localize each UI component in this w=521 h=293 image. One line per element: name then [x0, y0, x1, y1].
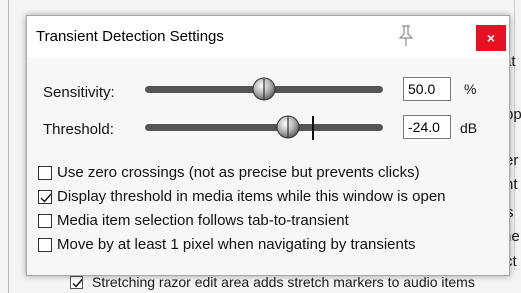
checkbox[interactable] [38, 214, 52, 228]
threshold-slider-thumb[interactable] [276, 115, 300, 139]
threshold-value-input[interactable]: -24.0 [403, 115, 451, 139]
transient-detection-dialog: Transient Detection Settings × Sensitivi… [26, 15, 510, 276]
option-label: Use zero crossings (not as precise but p… [57, 164, 420, 181]
checkbox[interactable] [38, 166, 52, 180]
checkbox[interactable] [38, 238, 52, 252]
stretch-markers-checkbox[interactable] [70, 276, 83, 289]
threshold-label: Threshold: [43, 121, 114, 138]
stretch-markers-label: Stretching razor edit area adds stretch … [92, 274, 475, 290]
sensitivity-label: Sensitivity: [43, 84, 115, 101]
threshold-unit: dB [460, 120, 478, 136]
threshold-marker [312, 116, 314, 140]
sensitivity-slider-thumb[interactable] [252, 77, 276, 101]
option-label: Media item selection follows tab-to-tran… [57, 212, 349, 229]
dialog-title: Transient Detection Settings [36, 28, 224, 45]
sensitivity-value-input[interactable]: 50.0 [403, 77, 451, 101]
threshold-slider-track[interactable] [145, 124, 383, 131]
checkmark-icon [72, 279, 83, 288]
checkbox[interactable] [38, 190, 52, 204]
checkmark-icon [40, 193, 52, 203]
close-button[interactable]: × [476, 25, 506, 51]
panel-border [8, 0, 9, 293]
sensitivity-unit: % [464, 81, 477, 97]
option-label: Display threshold in media items while t… [57, 188, 446, 205]
title-bar[interactable]: Transient Detection Settings × [27, 16, 509, 58]
option-label: Move by at least 1 pixel when navigating… [57, 236, 416, 253]
pin-icon[interactable] [394, 24, 418, 48]
